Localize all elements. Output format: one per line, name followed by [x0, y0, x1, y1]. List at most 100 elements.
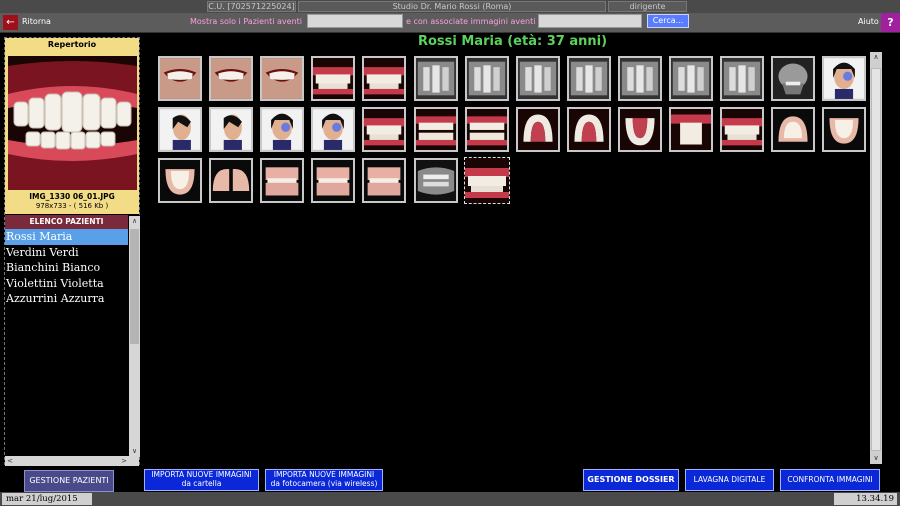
- patient-list-hscrollbar[interactable]: < >: [5, 456, 139, 466]
- image-filename: IMG_1330 06_01.JPG: [29, 192, 115, 201]
- image-thumbnail[interactable]: [463, 157, 510, 204]
- confronta-immagini-button[interactable]: CONFRONTA IMMAGINI: [780, 469, 880, 491]
- status-bar: [0, 492, 900, 506]
- scroll-left-icon[interactable]: <: [5, 456, 15, 466]
- image-thumbnail[interactable]: [822, 56, 867, 101]
- image-thumbnail[interactable]: [566, 56, 611, 101]
- image-thumbnail[interactable]: [413, 107, 458, 152]
- thumbnail-image: [211, 160, 252, 201]
- back-button-label[interactable]: Ritorna: [22, 17, 51, 26]
- import-folder-label: IMPORTA NUOVE IMMAGINI: [151, 470, 252, 479]
- repertorio-title: Repertorio: [47, 40, 97, 49]
- thumbnail-image: [160, 58, 200, 99]
- scroll-down-icon[interactable]: ∨: [870, 453, 882, 463]
- image-thumbnail[interactable]: [669, 56, 713, 101]
- image-thumbnail[interactable]: [822, 107, 867, 152]
- thumbnail-image: [722, 58, 763, 99]
- image-thumbnail[interactable]: [311, 158, 356, 203]
- thumbnail-image: [415, 160, 456, 201]
- thumbnail-image: [364, 58, 405, 99]
- thumbnail-image: [824, 58, 865, 99]
- image-dimensions: 978x733 - ( 516 Kb ): [35, 202, 109, 210]
- filter-patients-label: Mostra solo i Pazienti aventi: [190, 17, 302, 26]
- gallery-scroll-thumb[interactable]: [871, 68, 881, 451]
- image-thumbnail[interactable]: [362, 158, 407, 203]
- user-role: dirigente: [608, 1, 687, 12]
- scroll-right-icon[interactable]: >: [119, 456, 129, 466]
- image-thumbnail[interactable]: [311, 107, 356, 152]
- image-thumbnail[interactable]: [413, 158, 458, 203]
- patient-list[interactable]: Rossi Maria Verdini Verdi Bianchini Bian…: [5, 229, 128, 455]
- help-icon[interactable]: ?: [881, 13, 900, 32]
- thumbnail-image: [671, 58, 711, 99]
- search-button[interactable]: Cerca...: [647, 14, 689, 28]
- image-thumbnail[interactable]: [311, 56, 356, 101]
- thumbnail-image: [466, 58, 507, 99]
- image-thumbnail[interactable]: [413, 56, 458, 101]
- patient-item[interactable]: Violettini Violetta: [5, 276, 128, 292]
- gestione-pazienti-button[interactable]: GESTIONE PAZIENTI: [24, 470, 114, 492]
- patient-item[interactable]: Bianchini Bianco: [5, 260, 128, 276]
- thumbnail-image: [568, 58, 609, 99]
- scroll-down-icon[interactable]: ∨: [129, 446, 140, 456]
- import-camera-label: IMPORTA NUOVE IMMAGINI: [273, 470, 375, 479]
- image-thumbnail[interactable]: [515, 56, 560, 101]
- help-label[interactable]: Aiuto: [858, 17, 879, 26]
- image-thumbnail[interactable]: [464, 56, 509, 101]
- image-thumbnail[interactable]: [362, 107, 407, 152]
- image-thumbnail[interactable]: [515, 107, 560, 152]
- thumbnail-image: [722, 109, 763, 150]
- image-thumbnail[interactable]: [669, 107, 713, 152]
- gestione-dossier-button[interactable]: GESTIONE DOSSIER: [583, 469, 679, 491]
- image-thumbnail[interactable]: [771, 56, 816, 101]
- image-thumbnail[interactable]: [617, 107, 662, 152]
- image-thumbnail[interactable]: [617, 56, 662, 101]
- image-thumbnail[interactable]: [209, 158, 254, 203]
- image-thumbnail[interactable]: [566, 107, 611, 152]
- image-thumbnail[interactable]: [720, 56, 765, 101]
- thumbnail-image: [313, 58, 354, 99]
- patient-item[interactable]: Verdini Verdi: [5, 245, 128, 261]
- image-thumbnail[interactable]: [209, 107, 254, 152]
- image-thumbnail[interactable]: [260, 56, 305, 101]
- thumbnail-image: [464, 158, 509, 203]
- image-thumbnail[interactable]: [209, 56, 254, 101]
- lavagna-digitale-button[interactable]: LAVAGNA DIGITALE: [685, 469, 774, 491]
- image-thumbnail[interactable]: [464, 107, 509, 152]
- image-thumbnail[interactable]: [158, 56, 202, 101]
- back-arrow-icon[interactable]: ←: [3, 15, 18, 30]
- patient-list-scroll-thumb[interactable]: [130, 229, 139, 344]
- thumbnail-image: [313, 160, 354, 201]
- thumbnail-image: [211, 58, 252, 99]
- status-time: 13.34.19: [834, 493, 897, 505]
- image-thumbnail[interactable]: [158, 158, 202, 203]
- patient-item[interactable]: Rossi Maria: [5, 229, 128, 245]
- scroll-up-icon[interactable]: ∧: [129, 216, 140, 226]
- thumbnail-image: [619, 109, 660, 150]
- image-thumbnail[interactable]: [720, 107, 765, 152]
- thumbnail-image: [415, 109, 456, 150]
- image-thumbnail[interactable]: [260, 107, 305, 152]
- import-folder-sublabel: da cartella: [181, 479, 222, 488]
- filter-images-input[interactable]: [538, 14, 642, 28]
- thumbnail-image: [364, 109, 405, 150]
- thumbnail-image: [466, 109, 507, 150]
- studio-name: Studio Dr. Mario Rossi (Roma): [298, 1, 606, 12]
- filter-patients-input[interactable]: [307, 14, 403, 28]
- image-thumbnail[interactable]: [260, 158, 305, 203]
- thumbnail-image: [160, 109, 200, 150]
- thumbnail-image: [160, 160, 200, 201]
- status-date: mar 21/lug/2015: [2, 493, 92, 505]
- patient-item[interactable]: Azzurrini Azzurra: [5, 291, 128, 307]
- import-camera-button[interactable]: IMPORTA NUOVE IMMAGINI da fotocamera (vi…: [265, 469, 383, 491]
- image-thumbnail[interactable]: [362, 56, 407, 101]
- patient-list-header: ELENCO PAZIENTI: [5, 215, 128, 229]
- image-thumbnail[interactable]: [158, 107, 202, 152]
- patient-title: Rossi Maria (età: 37 anni): [417, 34, 608, 49]
- thumbnail-image: [415, 58, 456, 99]
- scroll-up-icon[interactable]: ∧: [870, 52, 882, 62]
- import-folder-button[interactable]: IMPORTA NUOVE IMMAGINI da cartella: [144, 469, 259, 491]
- image-preview[interactable]: [8, 56, 137, 190]
- image-thumbnail[interactable]: [771, 107, 816, 152]
- thumbnail-image: [568, 109, 609, 150]
